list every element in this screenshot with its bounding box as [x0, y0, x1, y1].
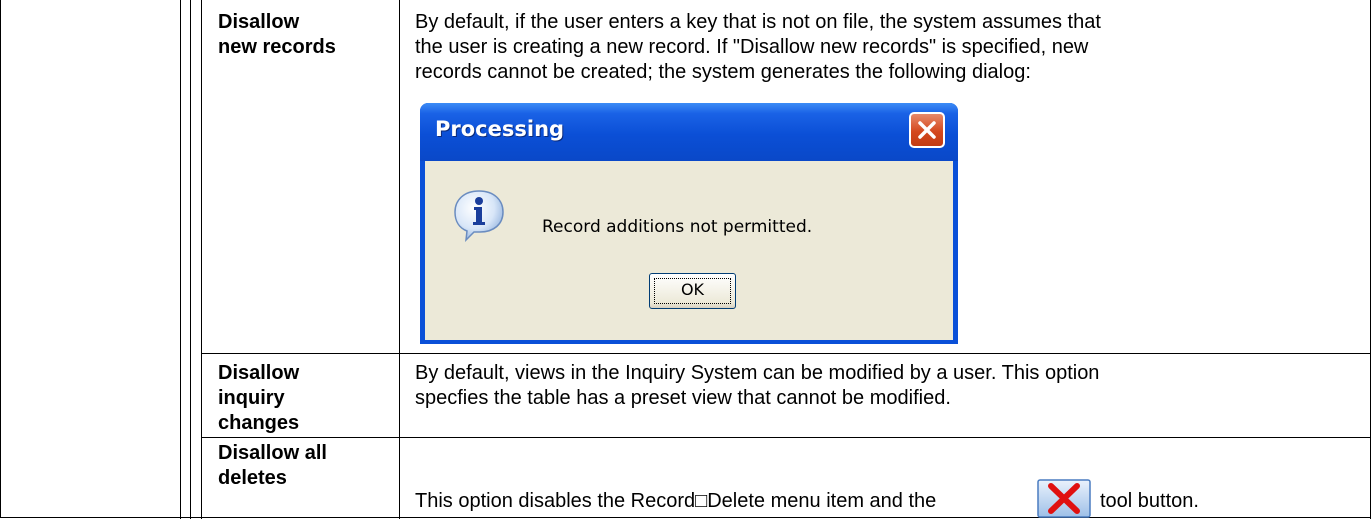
- term-cell: Disallow new records: [218, 10, 336, 60]
- term-line: changes: [218, 412, 300, 434]
- description-line: the user is creating a new record. If "D…: [415, 36, 1089, 58]
- row-divider: [201, 353, 1371, 354]
- description-before-icon: This option disables the Record□Delete m…: [415, 490, 937, 512]
- description-line: By default, if the user enters a key tha…: [415, 11, 1101, 33]
- delete-x-icon: [1037, 479, 1091, 518]
- info-icon: [454, 190, 504, 242]
- term-line: Disallow: [218, 362, 300, 384]
- term-cell: Disallow all deletes: [218, 441, 327, 491]
- table-border: [201, 0, 202, 519]
- description-line: records cannot be created; the system ge…: [415, 61, 1031, 83]
- term-line: new records: [218, 36, 336, 58]
- close-icon[interactable]: [909, 112, 945, 148]
- description-line: specfies the table has a preset view tha…: [415, 387, 951, 409]
- dialog-title: Processing: [435, 117, 565, 141]
- term-line: Disallow: [218, 11, 300, 33]
- term-line: Disallow all: [218, 442, 327, 464]
- description-cell: By default, if the user enters a key tha…: [415, 10, 1101, 85]
- table-border: [1370, 0, 1371, 519]
- term-line: deletes: [218, 467, 287, 489]
- term-line: inquiry: [218, 387, 285, 409]
- description-cell: By default, views in the Inquiry System …: [415, 361, 1099, 411]
- table-border: [180, 0, 181, 519]
- description-after-icon: tool button.: [1100, 490, 1199, 512]
- processing-dialog: Processing Record additions not permitte…: [420, 103, 958, 344]
- dialog-message: Record additions not permitted.: [542, 217, 813, 237]
- table-border: [190, 0, 191, 519]
- dialog-body: Record additions not permitted. OK: [425, 161, 953, 340]
- focus-rect: [654, 278, 731, 304]
- description-line: By default, views in the Inquiry System …: [415, 362, 1100, 384]
- ok-button[interactable]: OK: [649, 273, 736, 309]
- term-cell: Disallow inquiry changes: [218, 361, 299, 436]
- row-divider: [201, 437, 1371, 438]
- table-border: [399, 0, 400, 519]
- dialog-title-bar: Processing: [420, 103, 958, 161]
